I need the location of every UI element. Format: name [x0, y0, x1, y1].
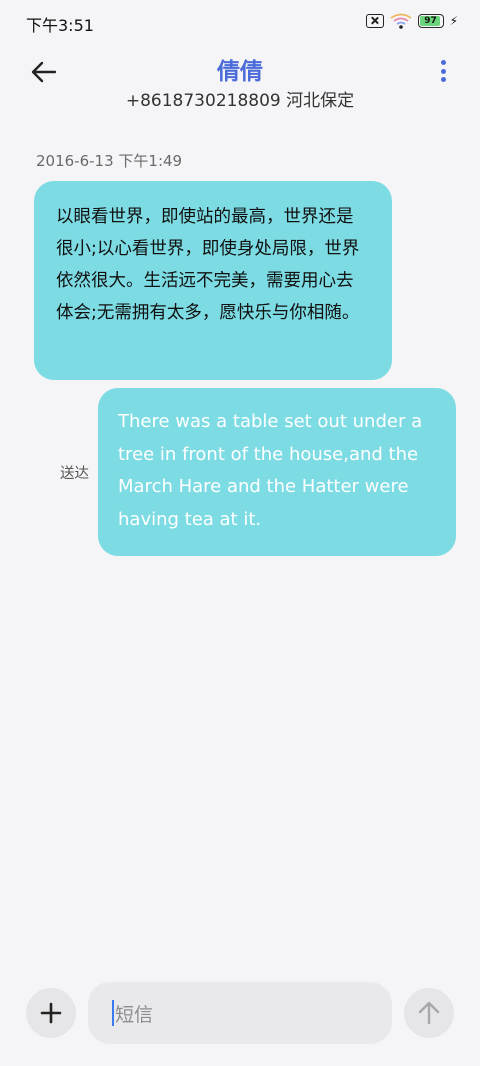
plus-icon	[40, 1002, 62, 1024]
incoming-message-bubble[interactable]: 以眼看世界，即使站的最高，世界还是很小;以心看世界，即使身处局限，世界依然很大。…	[34, 181, 392, 380]
text-cursor	[112, 1000, 114, 1026]
messaging-screen: 下午3:51 97 ⚡ 倩倩 +8618730218809 河北保定 2016-…	[0, 0, 480, 1066]
message-timestamp: 2016-6-13 下午1:49	[36, 152, 183, 170]
send-arrow-icon	[418, 1001, 440, 1025]
status-icons: 97 ⚡	[365, 13, 458, 29]
send-button[interactable]	[404, 988, 454, 1038]
add-attachment-button[interactable]	[26, 988, 76, 1038]
message-input-placeholder: 短信	[115, 1003, 154, 1026]
message-composer: 短信	[0, 980, 480, 1046]
battery-level: 97	[424, 16, 437, 26]
sim-off-icon	[365, 14, 384, 28]
wifi-icon	[390, 13, 412, 29]
battery-icon: 97	[417, 14, 444, 28]
charging-bolt-icon: ⚡	[449, 14, 458, 28]
conversation-header: 倩倩 +8618730218809 河北保定	[0, 44, 480, 120]
status-bar: 下午3:51 97 ⚡	[0, 0, 480, 44]
status-time: 下午3:51	[26, 16, 94, 35]
message-input[interactable]: 短信	[88, 982, 392, 1044]
contact-phone-location: +8618730218809 河北保定	[125, 91, 355, 111]
more-options-button[interactable]	[436, 56, 450, 86]
outgoing-message-bubble[interactable]: There was a table set out under a tree i…	[98, 388, 456, 556]
contact-name[interactable]: 倩倩	[0, 52, 480, 86]
more-vertical-icon	[440, 60, 446, 65]
delivery-status: 送达	[60, 466, 89, 482]
